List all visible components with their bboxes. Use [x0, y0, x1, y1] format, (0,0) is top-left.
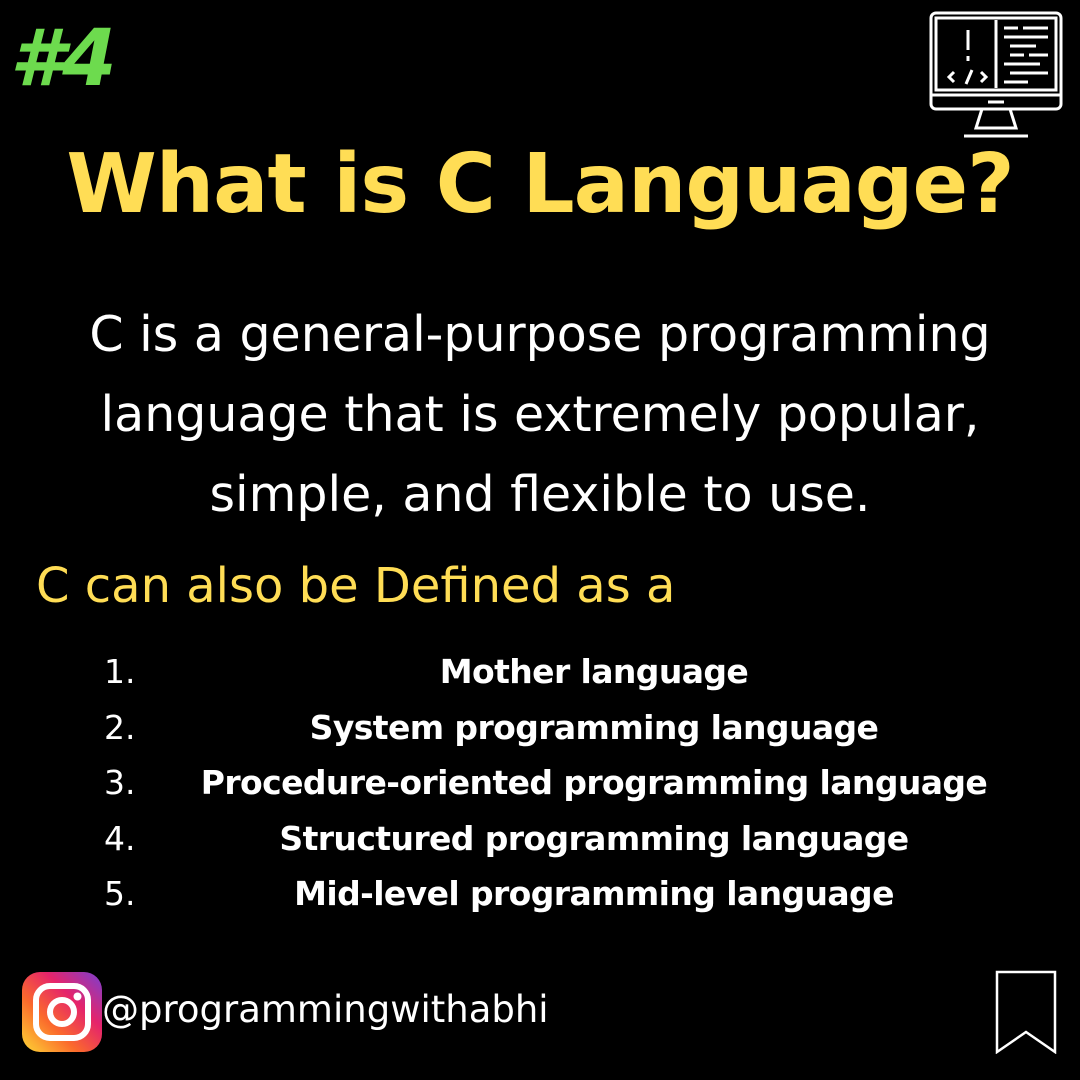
instagram-icon[interactable] [22, 972, 102, 1052]
list-text: Structured programming language [279, 818, 909, 858]
social-handle: @programmingwithabhi [102, 988, 549, 1031]
definition-list: 1. Mother language 2. System programming… [104, 644, 1044, 922]
list-item: 3. Procedure-oriented programming langua… [104, 755, 1044, 811]
description-line: language that is extremely popular, [100, 386, 980, 443]
post-number-badge: #4 [10, 14, 117, 104]
list-item: 1. Mother language [104, 644, 1044, 700]
list-number: 4. [104, 818, 136, 858]
list-number: 1. [104, 652, 136, 692]
list-number: 5. [104, 874, 136, 914]
list-text: Procedure-oriented programming language [200, 763, 988, 803]
list-item: 4. Structured programming language [104, 811, 1044, 867]
bookmark-icon[interactable] [995, 970, 1057, 1054]
list-text: Mother language [439, 652, 749, 692]
list-text: System programming language [309, 707, 879, 747]
list-number: 3. [104, 763, 136, 803]
description-line: simple, and flexible to use. [209, 466, 871, 523]
list-text: Mid-level programming language [294, 874, 894, 914]
list-item: 5. Mid-level programming language [104, 866, 1044, 922]
page-title: What is C Language? [66, 137, 1014, 232]
description: C is a general-purpose programming langu… [20, 295, 1060, 535]
list-number: 2. [104, 707, 136, 747]
section-subheading: C can also be Defined as a [36, 558, 676, 614]
list-item: 2. System programming language [104, 700, 1044, 756]
computer-code-icon [929, 11, 1063, 138]
description-line: C is a general-purpose programming [89, 306, 991, 363]
